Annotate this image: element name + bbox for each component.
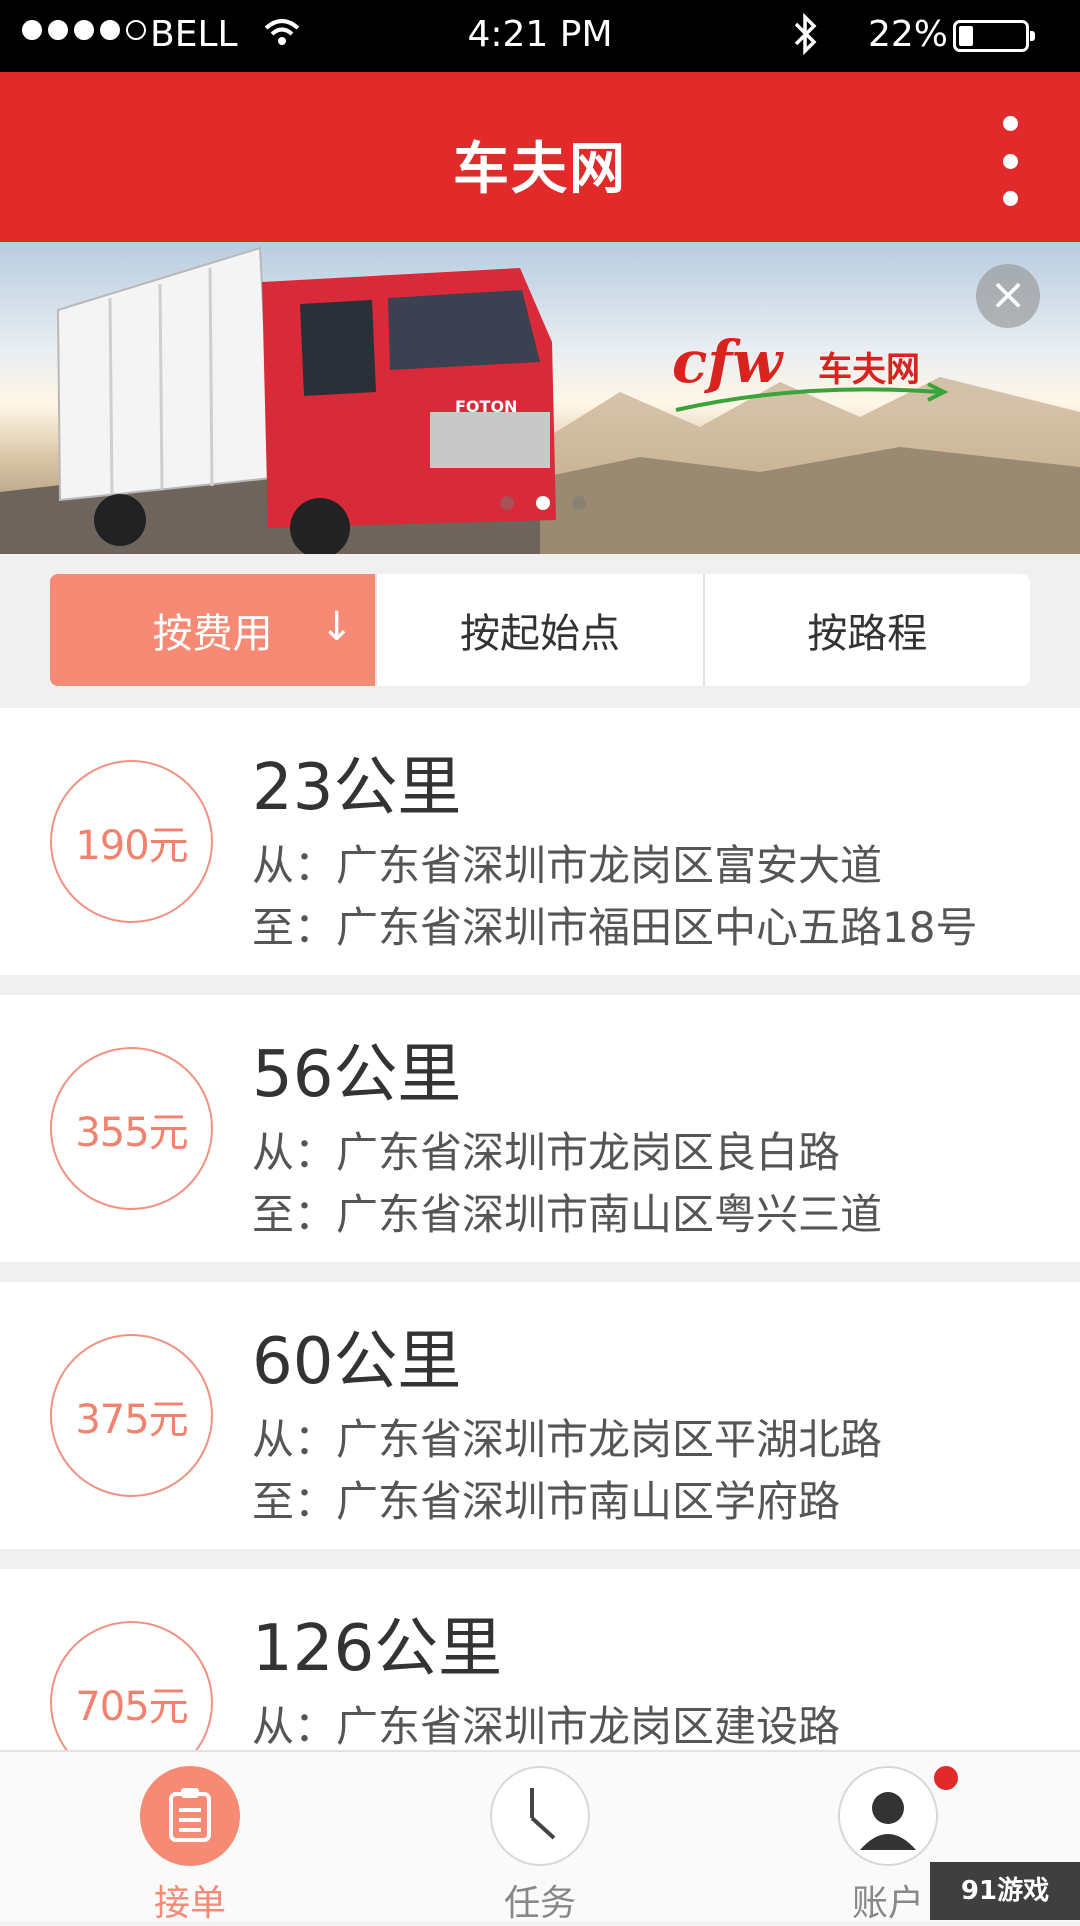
close-icon[interactable]: ×	[976, 264, 1040, 328]
promo-banner[interactable]: FOTON cfw 车夫网 ×	[0, 242, 1080, 554]
sort-by-origin-tab[interactable]: 按起始点	[375, 574, 702, 686]
order-to: 至：广东省深圳市南山区学府路	[252, 1477, 841, 1526]
order-distance: 126公里	[252, 1612, 503, 1686]
order-list: 190元 23公里 从：广东省深圳市龙岗区富安大道 至：广东省深圳市福田区中心五…	[0, 708, 1080, 1856]
tab-label: 按路程	[807, 611, 928, 657]
order-from: 从：广东省深圳市龙岗区良白路	[252, 1128, 841, 1177]
order-to: 至：广东省深圳市南山区粤兴三道	[252, 1190, 883, 1239]
battery-icon	[953, 20, 1035, 52]
bluetooth-icon	[790, 12, 820, 66]
watermark-logo: 91游戏	[930, 1862, 1080, 1920]
order-distance: 56公里	[252, 1038, 462, 1112]
carousel-dot[interactable]	[536, 496, 550, 510]
order-to: 至：广东省深圳市福田区中心五路18号	[252, 903, 978, 952]
price-badge: 375元	[50, 1334, 213, 1497]
battery-percent: 22%	[868, 14, 949, 55]
nav-label: 接单	[153, 1883, 226, 1924]
nav-label: 任务	[503, 1883, 576, 1924]
notification-badge	[934, 1766, 958, 1790]
sort-by-distance-tab[interactable]: 按路程	[702, 574, 1030, 686]
order-from: 从：广东省深圳市龙岗区建设路	[252, 1702, 841, 1751]
order-card[interactable]: 190元 23公里 从：广东省深圳市龙岗区富安大道 至：广东省深圳市福田区中心五…	[0, 708, 1080, 975]
carousel-dot[interactable]	[572, 496, 586, 510]
tab-label: 按费用	[152, 611, 273, 657]
banner-logo-cn: 车夫网	[818, 350, 920, 390]
tab-label: 按起始点	[459, 611, 620, 657]
more-vertical-icon[interactable]	[980, 116, 1040, 206]
nav-tasks[interactable]: 任务	[440, 1752, 640, 1924]
user-icon	[838, 1766, 938, 1866]
app-header: 车夫网	[0, 72, 1080, 242]
clipboard-icon	[140, 1766, 240, 1866]
price-badge: 190元	[50, 760, 213, 923]
status-bar: BELL 4:21 PM 22%	[0, 0, 1080, 72]
bottom-nav: 接单 任务 账户	[0, 1750, 1080, 1924]
nav-accept-orders[interactable]: 接单	[90, 1752, 290, 1924]
carousel-indicator	[500, 496, 586, 510]
order-card[interactable]: 355元 56公里 从：广东省深圳市龙岗区良白路 至：广东省深圳市南山区粤兴三道	[0, 995, 1080, 1262]
order-card[interactable]: 375元 60公里 从：广东省深圳市龙岗区平湖北路 至：广东省深圳市南山区学府路	[0, 1282, 1080, 1549]
sort-by-price-tab[interactable]: 按费用 ↓	[50, 574, 376, 686]
order-distance: 23公里	[252, 751, 462, 825]
order-from: 从：广东省深圳市龙岗区富安大道	[252, 841, 883, 890]
clock-icon	[490, 1766, 590, 1866]
carousel-dot[interactable]	[500, 496, 514, 510]
truck-brand-text: FOTON	[455, 397, 517, 416]
page-title: 车夫网	[453, 137, 627, 202]
price-badge: 355元	[50, 1047, 213, 1210]
sort-tabs: 按费用 ↓ 按起始点 按路程	[50, 574, 1030, 686]
banner-logo: cfw	[672, 328, 783, 396]
order-from: 从：广东省深圳市龙岗区平湖北路	[252, 1415, 883, 1464]
arrow-down-icon: ↓	[319, 604, 354, 650]
order-distance: 60公里	[252, 1325, 462, 1399]
